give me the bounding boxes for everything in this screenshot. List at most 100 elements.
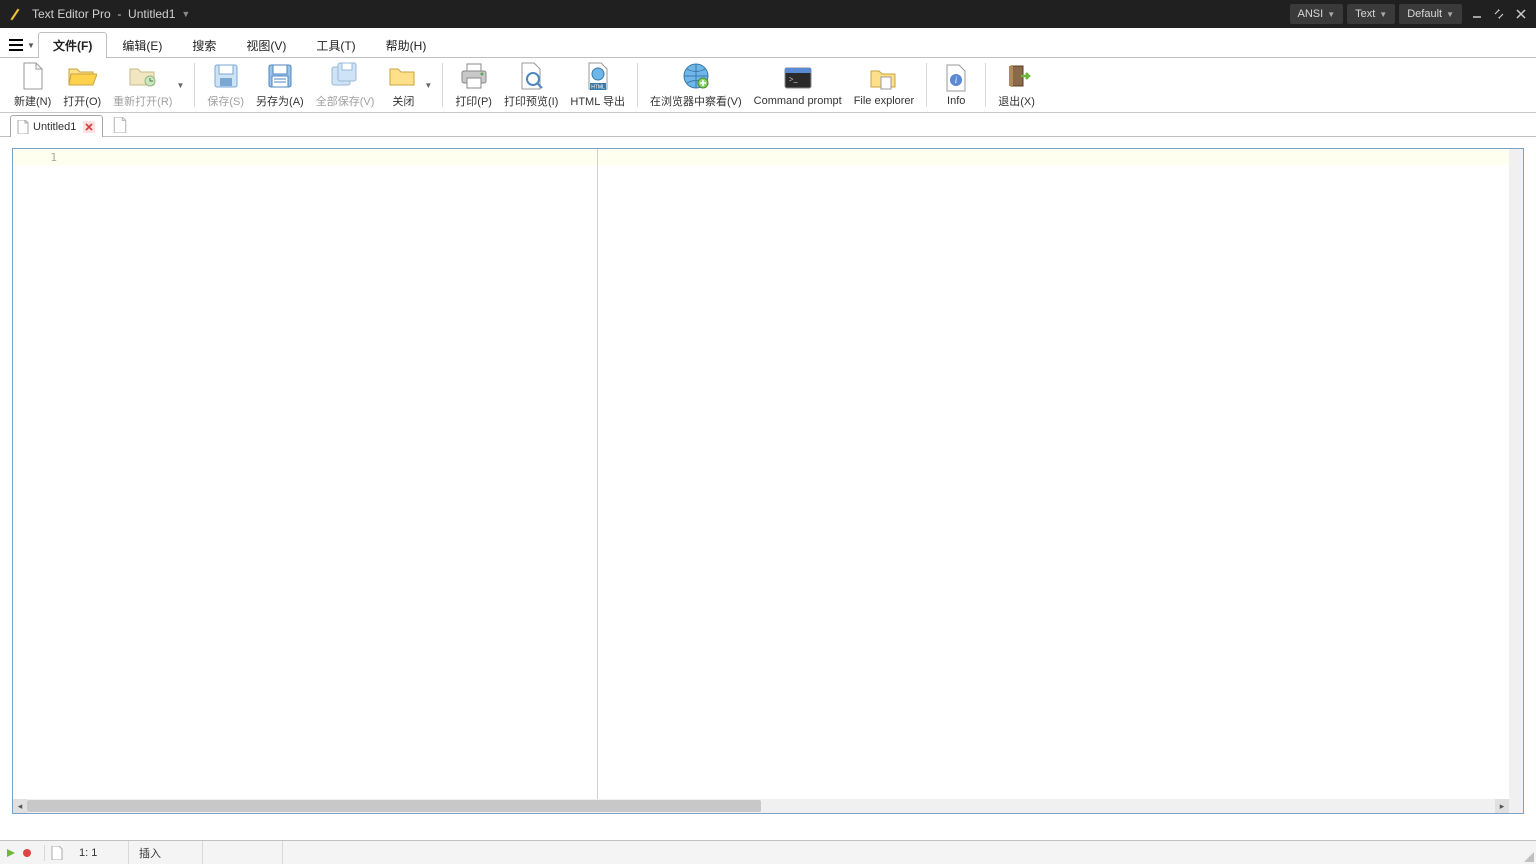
print-label: 打印(P) xyxy=(455,93,492,109)
close-doc-label: 关闭 xyxy=(392,93,414,109)
info-button[interactable]: i Info xyxy=(933,58,979,112)
close-dropdown[interactable]: ▼ xyxy=(424,81,432,90)
encoding-label: ANSI xyxy=(1298,8,1324,20)
document-status-icon[interactable] xyxy=(51,846,63,860)
document-tab[interactable]: Untitled1 xyxy=(10,115,103,137)
insert-mode[interactable]: 插入 xyxy=(129,841,203,864)
html-export-button[interactable]: HTML HTML 导出 xyxy=(564,58,631,112)
close-button[interactable] xyxy=(1510,0,1532,28)
macro-record-icon[interactable] xyxy=(22,848,32,858)
ribbon-tab-file[interactable]: 文件(F) xyxy=(38,32,107,58)
reopen-dropdown[interactable]: ▼ xyxy=(176,81,184,90)
vertical-scrollbar[interactable] xyxy=(1509,149,1523,799)
encoding-selector[interactable]: ANSI▼ xyxy=(1290,4,1344,24)
folder-reopen-icon xyxy=(128,61,158,91)
maximize-button[interactable] xyxy=(1488,0,1510,28)
new-document-tab[interactable] xyxy=(111,116,129,134)
info-label: Info xyxy=(947,95,965,107)
save-all-icon xyxy=(330,61,360,91)
text-editor[interactable] xyxy=(63,149,1509,799)
html-export-icon: HTML xyxy=(583,61,613,91)
print-preview-label: 打印预览(I) xyxy=(504,93,558,109)
filetype-selector[interactable]: Text▼ xyxy=(1347,4,1395,24)
scroll-track[interactable] xyxy=(27,799,1495,813)
folder-close-icon xyxy=(388,61,418,91)
globe-icon xyxy=(681,61,711,91)
save-as-icon xyxy=(265,61,295,91)
line-number-1: 1 xyxy=(50,151,57,164)
save-icon xyxy=(211,61,241,91)
reopen-label: 重新打开(R) xyxy=(113,93,172,109)
toolbar-separator xyxy=(637,63,638,107)
svg-text:HTML: HTML xyxy=(591,85,605,91)
exit-button[interactable]: 退出(X) xyxy=(992,58,1041,112)
scroll-right-arrow[interactable]: ▸ xyxy=(1495,799,1509,813)
file-explorer-label: File explorer xyxy=(854,95,915,107)
doc-name: Untitled1 xyxy=(128,7,175,21)
chevron-down-icon: ▼ xyxy=(27,41,35,50)
hamburger-menu[interactable]: ▼ xyxy=(8,33,36,57)
print-button[interactable]: 打印(P) xyxy=(449,58,498,112)
window-title: Text Editor Pro - Untitled1 xyxy=(32,7,175,21)
column-guide xyxy=(597,149,598,799)
ribbon-tab-search[interactable]: 搜索 xyxy=(177,32,231,58)
horizontal-scrollbar[interactable]: ◂ ▸ xyxy=(13,799,1509,813)
title-dropdown-icon[interactable]: ▼ xyxy=(181,9,190,19)
ribbon-tab-tools[interactable]: 工具(T) xyxy=(301,32,370,58)
editor-container: 1 ◂ ▸ xyxy=(12,148,1524,814)
statusbar: 1: 1 插入 xyxy=(0,840,1536,864)
document-tab-label: Untitled1 xyxy=(33,121,76,133)
current-line-highlight xyxy=(63,149,1509,165)
file-explorer-icon xyxy=(869,63,899,93)
saveas-label: 另存为(A) xyxy=(256,93,304,109)
macro-play-icon[interactable] xyxy=(6,848,16,858)
document-icon xyxy=(17,120,29,134)
save-button[interactable]: 保存(S) xyxy=(201,58,250,112)
filetype-label: Text xyxy=(1355,8,1375,20)
command-prompt-label: Command prompt xyxy=(754,95,842,107)
theme-selector[interactable]: Default▼ xyxy=(1399,4,1462,24)
open-label: 打开(O) xyxy=(63,93,101,109)
folder-open-icon xyxy=(67,61,97,91)
scroll-thumb[interactable] xyxy=(27,800,761,812)
ribbon-tabstrip: ▼ 文件(F) 编辑(E) 搜索 视图(V) 工具(T) 帮助(H) xyxy=(0,28,1536,58)
file-explorer-button[interactable]: File explorer xyxy=(848,58,921,112)
close-doc-button[interactable]: 关闭 xyxy=(380,58,426,112)
saveall-label: 全部保存(V) xyxy=(316,93,375,109)
resize-grip[interactable] xyxy=(1522,850,1534,862)
view-in-browser-button[interactable]: 在浏览器中察看(V) xyxy=(644,58,748,112)
statusbar-spacer xyxy=(203,841,283,864)
new-button[interactable]: 新建(N) xyxy=(8,58,57,112)
saveall-button[interactable]: 全部保存(V) xyxy=(310,58,381,112)
exit-label: 退出(X) xyxy=(998,93,1035,109)
document-tab-close[interactable] xyxy=(82,120,96,134)
toolbar: 新建(N) 打开(O) 重新打开(R) ▼ 保存(S) 另存为(A) 全部保存(… xyxy=(0,58,1536,113)
statusbar-separator xyxy=(44,845,45,861)
scroll-corner xyxy=(1509,799,1523,813)
printer-icon xyxy=(459,61,489,91)
ribbon-tab-view[interactable]: 视图(V) xyxy=(231,32,301,58)
ribbon-tab-edit[interactable]: 编辑(E) xyxy=(107,32,177,58)
file-new-icon xyxy=(18,61,48,91)
save-label: 保存(S) xyxy=(207,93,244,109)
reopen-button[interactable]: 重新打开(R) xyxy=(107,58,178,112)
saveas-button[interactable]: 另存为(A) xyxy=(250,58,310,112)
app-name: Text Editor Pro xyxy=(32,7,111,21)
toolbar-separator xyxy=(194,63,195,107)
cursor-position: 1: 1 xyxy=(69,841,129,864)
minimize-button[interactable] xyxy=(1466,0,1488,28)
scroll-left-arrow[interactable]: ◂ xyxy=(13,799,27,813)
ribbon-tab-help[interactable]: 帮助(H) xyxy=(371,32,442,58)
exit-icon xyxy=(1002,61,1032,91)
toolbar-separator xyxy=(442,63,443,107)
titlebar: Text Editor Pro - Untitled1 ▼ ANSI▼ Text… xyxy=(0,0,1536,28)
print-preview-icon xyxy=(516,61,546,91)
print-preview-button[interactable]: 打印预览(I) xyxy=(498,58,564,112)
command-prompt-button[interactable]: >_ Command prompt xyxy=(748,58,848,112)
info-icon: i xyxy=(941,63,971,93)
theme-label: Default xyxy=(1407,8,1442,20)
open-button[interactable]: 打开(O) xyxy=(57,58,107,112)
html-export-label: HTML 导出 xyxy=(570,93,625,109)
toolbar-separator xyxy=(926,63,927,107)
terminal-icon: >_ xyxy=(783,63,813,93)
